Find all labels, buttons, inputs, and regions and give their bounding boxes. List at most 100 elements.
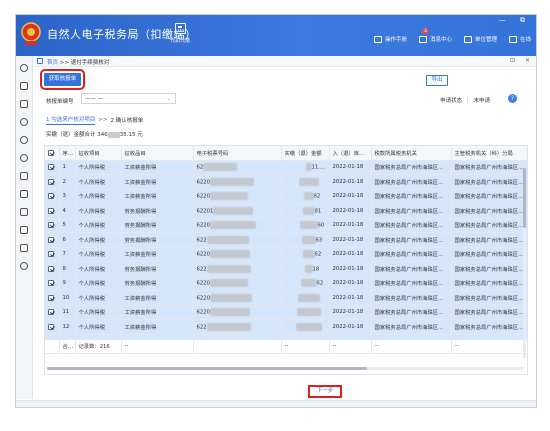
table-row[interactable]: 3 个人所得税 工资薪金所得 6220 82 2022-01-18 国家税务总局广州市海珠区…: [45, 189, 527, 204]
tab-controls[interactable]: ⊡ ✕: [510, 57, 534, 64]
clock-icon[interactable]: [19, 136, 28, 144]
row-amount: 82: [281, 189, 330, 204]
export-button[interactable]: 导出: [426, 75, 448, 86]
row-checkbox-cell[interactable]: [45, 319, 60, 335]
report-number-select[interactable]: —— — ⌄: [81, 93, 176, 104]
table-row[interactable]: 2个人所得税工资薪金所得62200.902022-01-18国家税务总局广州市海…: [45, 174, 527, 190]
row-checkbox-cell[interactable]: [45, 232, 60, 248]
row-item: 个人所得税: [75, 232, 122, 248]
step-1[interactable]: 1.勾选来户核对项目: [46, 115, 96, 125]
row-item: 个人所得税: [75, 276, 122, 291]
horizontal-scrollbar[interactable]: [47, 367, 523, 370]
vertical-scrollbar[interactable]: [523, 168, 526, 358]
row-checkbox-cell[interactable]: [45, 203, 60, 219]
report-file-icon[interactable]: [19, 100, 28, 108]
list-icon[interactable]: [19, 82, 28, 90]
row-date: 2022-01-18: [329, 290, 372, 306]
row-no: 4: [59, 203, 76, 219]
row-ticket: 6220: [193, 174, 282, 190]
masked-ticket: [209, 221, 256, 230]
row-checkbox-cell[interactable]: [45, 305, 60, 320]
help-icon[interactable]: ?: [508, 94, 517, 103]
row-no: 11: [59, 305, 76, 320]
masked-amount: [298, 177, 319, 186]
row-checkbox[interactable]: [48, 222, 54, 228]
chart-icon[interactable]: [19, 172, 28, 180]
row-checkbox-cell[interactable]: [45, 189, 60, 204]
apply-status: 申请状态 | 未申请: [440, 96, 490, 104]
row-checkbox[interactable]: [48, 178, 54, 185]
breadcrumb-home[interactable]: 首页: [47, 60, 58, 66]
row-checkbox-cell[interactable]: [45, 247, 60, 262]
masked-ticket: [209, 279, 248, 288]
search-doc-icon[interactable]: [19, 244, 28, 252]
select-all-cell[interactable]: [45, 146, 60, 161]
calendar-icon[interactable]: [19, 208, 28, 216]
user-icon[interactable]: [19, 64, 28, 72]
row-checkbox[interactable]: [48, 309, 54, 315]
table-row[interactable]: 12个人所得税工资薪金所得6225.972022-01-18国家税务总局广州市海…: [45, 319, 527, 335]
table-row[interactable]: 5 个人所得税 劳务报酬所得 6220 60 2022-01-18 国家税务总局广州市海珠区…: [45, 218, 527, 233]
amount-suffix: 00: [319, 295, 327, 302]
window-controls[interactable]: — ⧉: [499, 16, 531, 25]
row-checkbox[interactable]: [48, 236, 54, 243]
row-org: 国家税务总局广州市海珠区...: [371, 319, 452, 335]
horizontal-scroll-thumb[interactable]: [47, 367, 367, 370]
table-row[interactable]: 9 个人所得税 劳务报酬所得 6220 62 2022-01-18 国家税务总局广州市海珠区…: [45, 276, 527, 291]
row-checkbox[interactable]: [48, 193, 54, 199]
vertical-scroll-thumb[interactable]: [523, 168, 526, 228]
get-report-button[interactable]: 获取核报单: [40, 69, 85, 90]
table-row[interactable]: 1 个人所得税 工资薪金所得 62 11.72 2022-01-18 国家税务总局广州市海珠…: [45, 160, 527, 175]
row-checkbox-cell[interactable]: [45, 276, 60, 291]
row-org: 国家税务总局广州市海珠区...: [371, 305, 452, 320]
row-checkbox[interactable]: [48, 294, 54, 301]
app-header: 自然人电子税务局（扣缴端） 代扣代缴 — ⧉ 操作手册 3 消息中心 单位管理 …: [15, 14, 537, 56]
table-row[interactable]: 10 个人所得税 工资薪金所得 6220 00 2022-01-18 国家税务总局广州市海珠…: [45, 290, 527, 306]
amount-suffix: 63: [315, 237, 323, 244]
row-date: 2022-01-18: [329, 160, 372, 175]
select-all-checkbox[interactable]: [48, 149, 54, 156]
row-no: 9: [59, 276, 76, 291]
row-checkbox[interactable]: [48, 207, 54, 214]
next-step-button[interactable]: 下一步: [308, 385, 342, 398]
row-checkbox[interactable]: [48, 323, 54, 330]
row-checkbox-cell[interactable]: [45, 218, 60, 233]
row-checkbox[interactable]: [48, 280, 54, 286]
masked-ticket: [206, 235, 249, 244]
ticket-prefix: 6220: [196, 251, 210, 258]
row-branch: 国家税务总局广州市海珠区...: [451, 232, 527, 248]
footer-dash-5: --: [451, 339, 527, 354]
row-checkbox-cell[interactable]: [45, 174, 60, 190]
row-checkbox-cell[interactable]: [45, 160, 60, 175]
row-checkbox-cell[interactable]: [45, 261, 60, 277]
row-checkbox[interactable]: [48, 251, 54, 257]
proxy-withholding-button[interactable]: 代扣代缴: [163, 19, 197, 53]
gear-icon[interactable]: [19, 262, 28, 270]
row-checkbox-cell[interactable]: [45, 290, 60, 306]
home-icon[interactable]: [37, 58, 43, 64]
masked-ticket: [209, 250, 250, 259]
folder-icon[interactable]: [19, 190, 28, 198]
table-row[interactable]: 4 个人所得税 劳务报酬所得 62201 81 2022-01-18 国家税务总局广州市海珠…: [45, 203, 527, 219]
table-row[interactable]: 6 个人所得税 劳务报酬所得 622 63 2022-01-18 国家税务总局广州市海珠区.…: [45, 232, 527, 248]
nav-online[interactable]: 在线: [508, 35, 531, 43]
report-number-value: —— —: [85, 96, 104, 102]
masked-amount: [295, 322, 322, 331]
table-row[interactable]: 8 个人所得税 劳务报酬所得 622 18 2022-01-18 国家税务总局广州市海珠区.…: [45, 261, 527, 277]
row-checkbox[interactable]: [48, 164, 54, 170]
footer-label: 合计: [59, 339, 76, 354]
nav-manual[interactable]: 操作手册: [373, 35, 407, 43]
nav-messages[interactable]: 3 消息中心: [418, 29, 452, 43]
row-checkbox[interactable]: [48, 265, 54, 272]
row-no: 2: [59, 174, 76, 190]
document-icon[interactable]: [19, 226, 28, 234]
nav-unit[interactable]: 单位管理: [463, 35, 497, 43]
table-row[interactable]: 7 个人所得税 工资薪金所得 6220 62 2022-01-18 国家税务总局广州市海珠区…: [45, 247, 527, 262]
row-branch: 国家税务总局广州市海珠区...: [451, 189, 527, 204]
table-row[interactable]: 11 个人所得税 工资薪金所得 6220 00 2022-01-18 国家税务总局广州市海珠…: [45, 305, 527, 320]
settings-icon[interactable]: [19, 118, 28, 126]
row-subitem: 工资薪金所得: [121, 319, 194, 335]
row-subitem: 工资薪金所得: [121, 290, 194, 306]
row-branch: 国家税务总局广州市海珠区...: [451, 174, 527, 190]
person-icon[interactable]: [19, 154, 28, 162]
